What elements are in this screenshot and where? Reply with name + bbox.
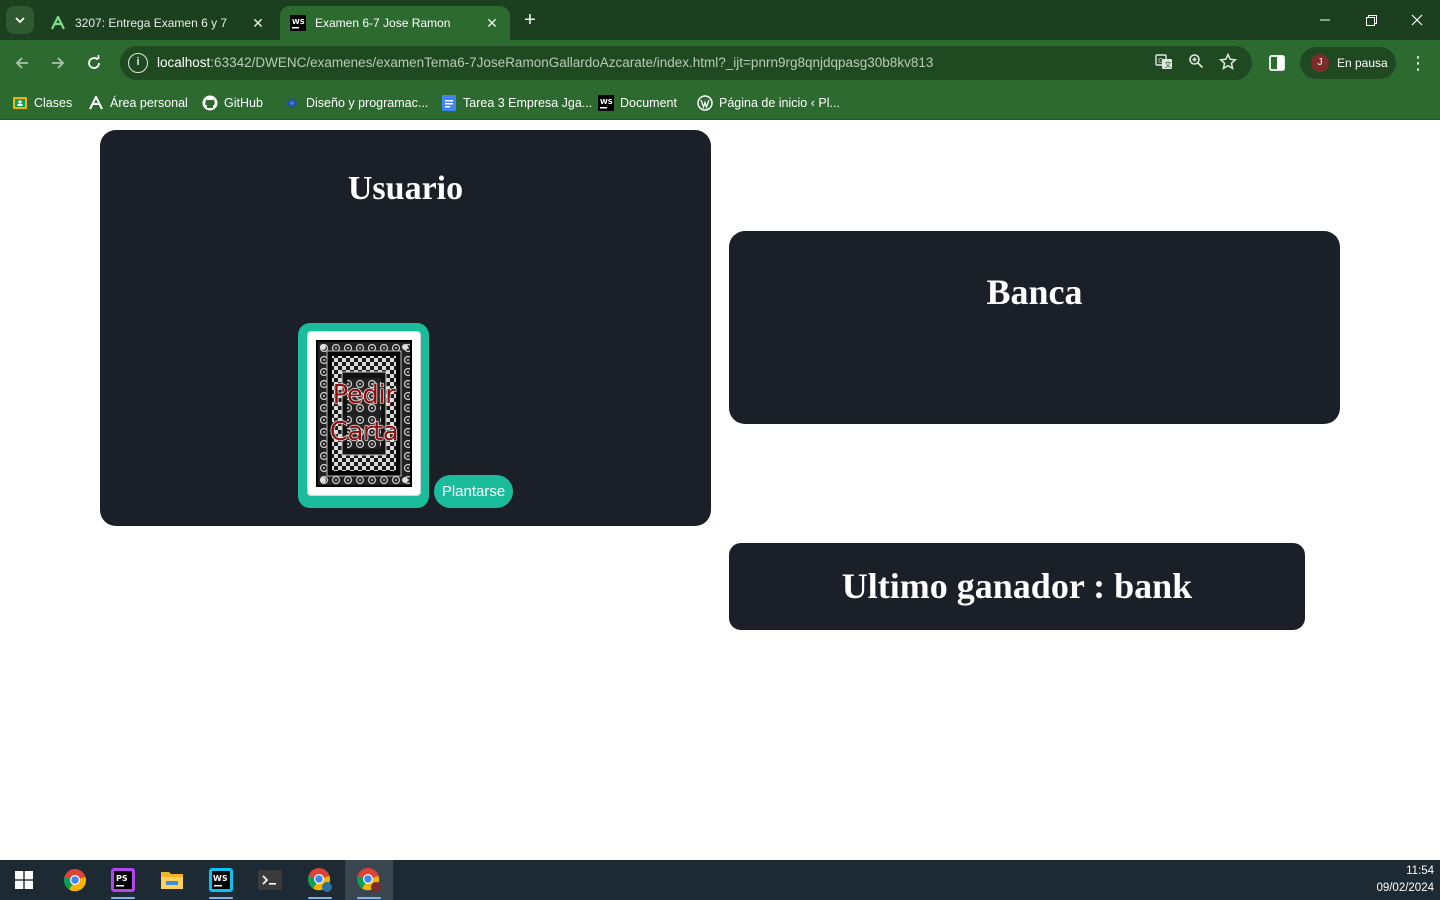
svg-text:PS: PS <box>116 874 128 883</box>
site-info-icon[interactable]: i <box>128 53 148 73</box>
window-close-icon[interactable] <box>1394 0 1440 40</box>
forward-arrow-icon[interactable] <box>44 49 72 77</box>
bookmarks-bar: Clases Área personal GitHub Diseño y pro… <box>0 86 1440 120</box>
side-panel-icon[interactable] <box>1268 54 1286 72</box>
svg-text:WS: WS <box>600 98 613 106</box>
bookmark-document[interactable]: WS Document <box>598 92 677 114</box>
webstorm-icon[interactable]: WS <box>197 860 245 900</box>
card-text-line2: Carta <box>329 417 399 448</box>
bookmark-tarea-3[interactable]: Tarea 3 Empresa Jga... <box>441 92 592 114</box>
webstorm-icon: WS <box>598 95 614 111</box>
bookmark-icon <box>284 95 300 111</box>
clock-date: 09/02/2024 <box>1376 882 1434 894</box>
back-arrow-icon[interactable] <box>8 49 36 77</box>
system-clock[interactable]: 11:54 09/02/2024 <box>1376 863 1434 897</box>
github-icon <box>202 95 218 111</box>
new-tab-plus-icon[interactable]: + <box>518 8 542 32</box>
bookmark-label: Tarea 3 Empresa Jga... <box>463 96 593 110</box>
moodle-icon <box>50 15 66 31</box>
bookmark-label: Página de inicio ‹ Pl... <box>719 96 840 110</box>
user-panel-title: Usuario <box>347 170 464 207</box>
stand-button[interactable]: Plantarse <box>434 475 513 508</box>
file-explorer-icon[interactable] <box>148 860 196 900</box>
bookmark-clases[interactable]: Clases <box>12 92 72 114</box>
last-winner-panel: Ultimo ganador : bank <box>729 543 1305 630</box>
bookmark-github[interactable]: GitHub <box>202 92 263 114</box>
address-bar[interactable]: i localhost:63342/DWENC/examenes/examenT… <box>120 46 1252 80</box>
bookmark-label: Document <box>620 96 677 110</box>
draw-card-button[interactable]: Pedir Carta <box>298 323 429 508</box>
tab-search-button[interactable] <box>6 6 34 34</box>
bookmark-label: Clases <box>34 96 73 110</box>
svg-text:WS: WS <box>213 874 228 883</box>
svg-text:G: G <box>1158 57 1163 65</box>
classroom-icon <box>12 95 28 111</box>
bookmark-star-icon[interactable] <box>1218 52 1238 73</box>
chrome-profile-icon[interactable] <box>296 860 344 900</box>
terminal-icon[interactable] <box>246 860 294 900</box>
tab-examen-jose-ramon[interactable]: WS Examen 6-7 Jose Ramon ✕ <box>280 6 510 40</box>
clock-time: 11:54 <box>1406 865 1434 877</box>
windows-start-icon[interactable] <box>0 860 48 900</box>
bank-panel: Banca <box>729 231 1340 424</box>
svg-text:文: 文 <box>1165 60 1172 69</box>
bookmark-area-personal[interactable]: Área personal <box>88 92 188 114</box>
card-text-line1: Pedir <box>332 380 396 411</box>
docs-icon <box>441 95 457 111</box>
taskbar: PS WS 11:54 09/02/2024 <box>0 860 1440 900</box>
close-icon[interactable]: ✕ <box>484 15 500 31</box>
chevron-down-icon <box>15 17 25 24</box>
translate-icon[interactable]: 文G <box>1154 53 1174 73</box>
bookmark-label: Diseño y programac... <box>306 96 429 110</box>
more-menu-icon[interactable]: ⋮ <box>1408 53 1428 73</box>
webstorm-icon: WS <box>290 15 306 31</box>
tab-bar: 3207: Entrega Examen 6 y 7 ✕ WS Examen 6… <box>0 0 1440 40</box>
browser-toolbar: i localhost:63342/DWENC/examenes/examenT… <box>0 40 1440 86</box>
bookmark-label: Área personal <box>110 96 188 110</box>
card-back-pattern: Pedir Carta <box>316 340 412 487</box>
profile-button[interactable]: J En pausa <box>1300 47 1396 79</box>
moodle-icon <box>88 95 104 111</box>
bank-panel-title: Banca <box>986 272 1083 312</box>
url-text[interactable]: localhost:63342/DWENC/examenes/examenTem… <box>157 55 933 70</box>
bookmark-diseno-programacion[interactable]: Diseño y programac... <box>284 92 428 114</box>
phpstorm-icon[interactable]: PS <box>99 860 147 900</box>
minimize-icon[interactable] <box>1302 0 1348 40</box>
bookmark-label: GitHub <box>224 96 263 110</box>
avatar: J <box>1311 54 1329 72</box>
zoom-icon[interactable] <box>1186 53 1206 73</box>
profile-status: En pausa <box>1337 56 1388 70</box>
svg-text:WS: WS <box>292 18 305 26</box>
restore-icon[interactable] <box>1348 0 1394 40</box>
close-icon[interactable]: ✕ <box>250 15 266 31</box>
wordpress-icon <box>697 95 713 111</box>
chrome-icon[interactable] <box>51 860 99 900</box>
last-winner-text: Ultimo ganador : bank <box>841 566 1193 606</box>
user-panel: Usuario Pedir Carta Plantarse <box>100 130 711 526</box>
tab-title: 3207: Entrega Examen 6 y 7 <box>75 16 228 30</box>
bookmark-pagina-inicio[interactable]: Página de inicio ‹ Pl... <box>697 92 840 114</box>
tab-title: Examen 6-7 Jose Ramon <box>315 16 451 30</box>
chrome-profile-j-icon[interactable] <box>345 860 393 900</box>
tab-entrega-examen[interactable]: 3207: Entrega Examen 6 y 7 ✕ <box>40 6 276 40</box>
reload-icon[interactable] <box>80 49 108 77</box>
card-back-image: Pedir Carta <box>307 331 421 496</box>
